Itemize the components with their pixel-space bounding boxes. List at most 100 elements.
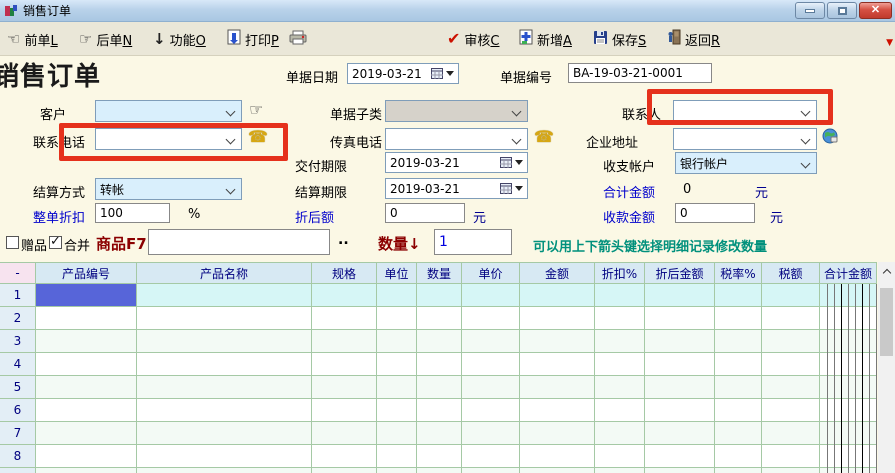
column-header[interactable]: 折扣% (595, 262, 645, 284)
table-cell[interactable] (377, 376, 417, 399)
table-cell[interactable] (820, 376, 877, 399)
fax-phone-combobox[interactable] (385, 128, 528, 150)
table-cell[interactable] (645, 445, 715, 468)
table-cell[interactable] (715, 376, 762, 399)
column-header[interactable]: 产品编号 (36, 262, 137, 284)
table-cell[interactable] (417, 307, 462, 330)
table-cell[interactable] (462, 399, 520, 422)
table-cell[interactable] (715, 353, 762, 376)
table-cell[interactable] (762, 284, 820, 307)
settle-deadline-field[interactable]: 2019-03-21 (385, 178, 528, 199)
row-number[interactable]: 4 (0, 353, 36, 376)
table-cell[interactable] (137, 330, 312, 353)
table-cell[interactable] (137, 468, 312, 473)
table-cell[interactable] (462, 445, 520, 468)
table-cell[interactable] (417, 330, 462, 353)
table-cell[interactable] (462, 422, 520, 445)
table-cell[interactable] (595, 399, 645, 422)
table-cell[interactable] (377, 445, 417, 468)
table-cell[interactable] (762, 330, 820, 353)
column-header[interactable]: 数量 (417, 262, 462, 284)
received-amount-input[interactable] (675, 203, 755, 223)
table-cell[interactable] (715, 399, 762, 422)
table-cell[interactable] (377, 422, 417, 445)
table-cell[interactable] (762, 307, 820, 330)
globe-icon[interactable] (822, 128, 838, 147)
table-cell[interactable] (645, 399, 715, 422)
chevron-down-icon[interactable] (226, 107, 236, 117)
table-cell[interactable] (137, 445, 312, 468)
table-cell[interactable] (377, 330, 417, 353)
chevron-down-icon[interactable] (512, 107, 522, 117)
table-cell[interactable] (520, 468, 595, 473)
product-input[interactable] (148, 229, 330, 255)
table-cell[interactable] (762, 445, 820, 468)
table-cell[interactable] (762, 376, 820, 399)
table-cell[interactable] (312, 353, 377, 376)
table-cell[interactable] (36, 307, 137, 330)
column-header[interactable]: 折后金额 (645, 262, 715, 284)
add-button[interactable]: 新增A (516, 27, 575, 51)
table-cell[interactable] (417, 353, 462, 376)
table-cell[interactable] (312, 284, 377, 307)
table-cell[interactable] (36, 284, 137, 307)
table-cell[interactable] (36, 399, 137, 422)
print-button[interactable]: 打印P (224, 27, 282, 51)
scroll-up-button[interactable] (878, 264, 895, 278)
table-cell[interactable] (377, 399, 417, 422)
row-number[interactable]: 8 (0, 445, 36, 468)
table-cell[interactable] (645, 468, 715, 473)
table-cell[interactable] (715, 422, 762, 445)
table-cell[interactable] (137, 376, 312, 399)
close-button[interactable]: ✕ (859, 2, 892, 19)
contact-combobox[interactable] (673, 100, 817, 122)
table-cell[interactable] (595, 445, 645, 468)
table-cell[interactable] (645, 307, 715, 330)
table-cell[interactable] (520, 284, 595, 307)
order-discount-input[interactable] (95, 203, 170, 223)
chevron-down-icon[interactable] (226, 185, 236, 195)
quantity-input[interactable] (434, 229, 512, 255)
customer-pick-icon[interactable]: ☞ (249, 102, 263, 118)
table-cell[interactable] (36, 376, 137, 399)
table-cell[interactable] (312, 422, 377, 445)
table-cell[interactable] (462, 353, 520, 376)
table-cell[interactable] (462, 284, 520, 307)
phone-icon[interactable]: ☎ (248, 129, 268, 145)
table-cell[interactable] (715, 330, 762, 353)
table-cell[interactable] (417, 376, 462, 399)
table-cell[interactable] (137, 422, 312, 445)
table-cell[interactable] (137, 307, 312, 330)
table-cell[interactable] (312, 330, 377, 353)
table-cell[interactable] (520, 376, 595, 399)
chevron-down-icon[interactable] (512, 135, 522, 145)
table-cell[interactable] (36, 330, 137, 353)
table-cell[interactable] (377, 353, 417, 376)
column-header[interactable]: - (0, 262, 36, 284)
table-cell[interactable] (762, 353, 820, 376)
table-cell[interactable] (377, 284, 417, 307)
table-cell[interactable] (820, 284, 877, 307)
table-cell[interactable] (417, 422, 462, 445)
table-cell[interactable] (645, 284, 715, 307)
table-cell[interactable] (417, 284, 462, 307)
table-cell[interactable] (520, 445, 595, 468)
table-cell[interactable] (715, 445, 762, 468)
table-cell[interactable] (762, 422, 820, 445)
scrollbar-thumb[interactable] (880, 288, 893, 356)
table-cell[interactable] (137, 399, 312, 422)
function-button[interactable]: ↓ 功能O (150, 27, 209, 51)
column-header[interactable]: 单位 (377, 262, 417, 284)
chevron-down-icon[interactable] (801, 135, 811, 145)
payment-account-combobox[interactable]: 银行帐户 (675, 152, 817, 174)
table-cell[interactable] (645, 353, 715, 376)
table-cell[interactable] (645, 330, 715, 353)
table-cell[interactable] (36, 353, 137, 376)
minimize-button[interactable] (795, 2, 825, 19)
delivery-deadline-field[interactable]: 2019-03-21 (385, 152, 528, 173)
settle-method-combobox[interactable]: 转帐 (95, 178, 242, 200)
table-cell[interactable] (820, 330, 877, 353)
chevron-down-icon[interactable] (226, 135, 236, 145)
vertical-scrollbar[interactable] (878, 262, 895, 473)
column-header[interactable]: 单价 (462, 262, 520, 284)
